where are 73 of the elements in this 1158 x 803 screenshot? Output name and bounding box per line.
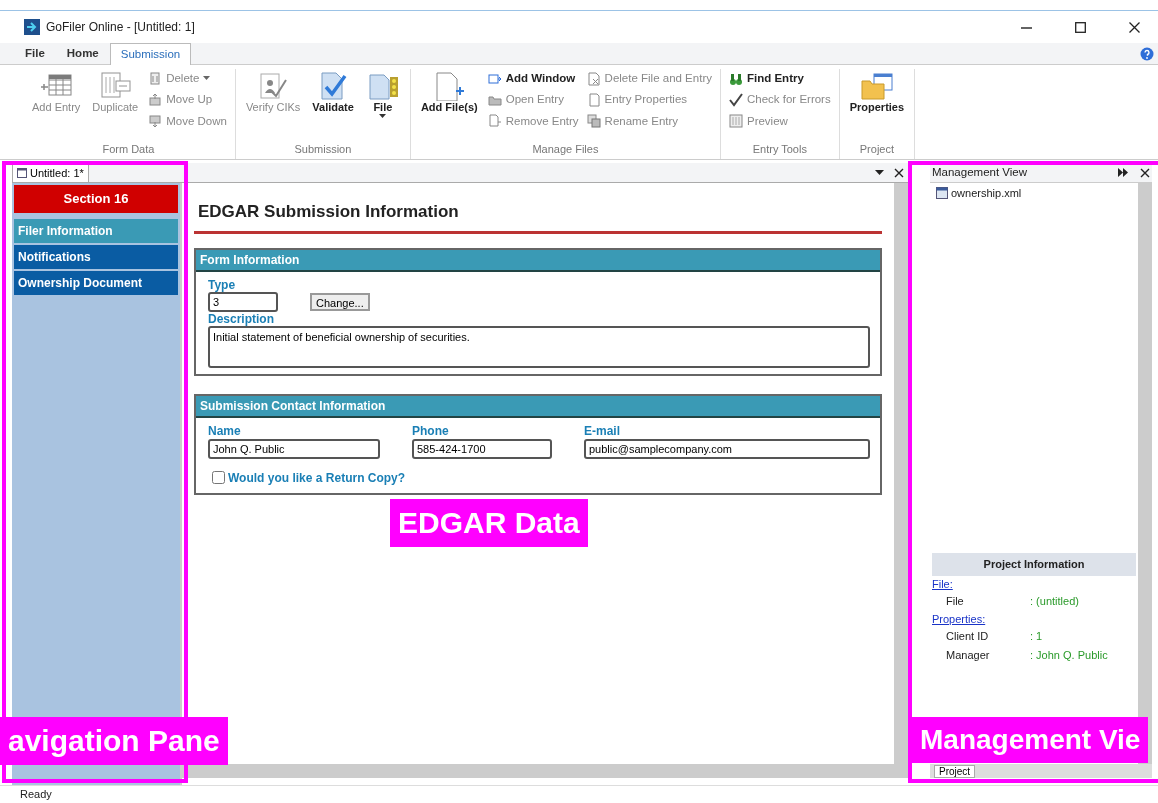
input-field[interactable]: 3 — [208, 291, 278, 312]
checkmark-icon — [728, 92, 743, 107]
field-label: Name — [208, 424, 242, 439]
property-name: File — [946, 594, 965, 609]
ribbon-button[interactable]: Properties — [845, 69, 909, 141]
arrow-up-icon — [148, 92, 163, 107]
group-label: Submission — [293, 141, 353, 157]
ribbon-button[interactable]: Find Entry — [726, 69, 833, 89]
maximize-icon — [1074, 22, 1086, 34]
ribbon-tab[interactable]: File — [14, 41, 56, 64]
section-title: Submission Contact Information — [196, 396, 880, 419]
close-icon — [1140, 167, 1150, 178]
section-title: Form Information — [196, 249, 880, 272]
section-header: Section 16 — [14, 185, 178, 213]
property-name: Manager — [946, 647, 991, 663]
link[interactable]: Properties: — [932, 610, 986, 627]
file-icon — [936, 187, 948, 200]
checkbox-label: Would you like a Return Copy? — [228, 470, 406, 486]
document-minus-icon — [487, 114, 502, 129]
scrollbar[interactable] — [182, 764, 908, 778]
close-icon — [894, 168, 904, 178]
field-label: Description — [208, 311, 275, 327]
fast-forward-icon — [1118, 168, 1128, 177]
scrollbar[interactable] — [894, 183, 908, 764]
duplicate-icon — [98, 71, 133, 101]
property-value: : 1 — [1030, 629, 1043, 644]
input-field[interactable]: John Q. Public — [208, 438, 380, 459]
annotation-label: Management Vie — [912, 717, 1149, 763]
file-name[interactable]: ownership.xml — [951, 185, 1022, 202]
property-value: : John Q. Public — [1030, 647, 1108, 663]
binoculars-icon — [728, 71, 743, 86]
change-button[interactable]: Change... — [310, 292, 370, 311]
document-icon — [17, 167, 27, 178]
dropdown-icon — [875, 170, 884, 176]
input-field[interactable]: 585-424-1700 — [412, 438, 552, 459]
field-label: Phone — [412, 424, 450, 439]
group-label: Manage Files — [531, 141, 600, 157]
arrow-down-icon — [148, 114, 163, 129]
document-delete-icon — [586, 71, 601, 86]
ribbon-button[interactable]: File — [361, 69, 404, 141]
group-label: Entry Tools — [751, 141, 808, 157]
help-icon — [1140, 47, 1154, 61]
field-label: Type — [208, 277, 237, 292]
document-icon — [586, 92, 601, 107]
ribbon-tab[interactable]: Submission — [109, 42, 192, 65]
group-label: Form Data — [101, 141, 156, 157]
panel-title: Management View — [932, 164, 1028, 180]
window-title: GoFiler Online - [Untitled: 1] — [46, 19, 195, 36]
ribbon-button[interactable]: Add File(s) — [416, 69, 482, 141]
folder-window-icon — [859, 71, 894, 101]
nav-item[interactable]: Ownership Document — [14, 270, 178, 295]
form-title: EDGAR Submission Information — [194, 193, 882, 234]
ribbon-button[interactable]: Add Window — [485, 69, 581, 89]
ribbon-tab[interactable]: Home — [55, 41, 110, 64]
nav-item[interactable]: Notifications — [14, 244, 178, 269]
status-text: Ready — [20, 787, 52, 803]
group-label: Project — [858, 141, 895, 157]
checkbox[interactable] — [212, 471, 225, 485]
text-area[interactable]: Initial statement of beneficial ownership of securities. — [208, 326, 870, 369]
app-logo-icon — [24, 19, 40, 35]
project-tab[interactable]: Project — [934, 764, 976, 778]
property-value: : (untitled) — [1030, 594, 1079, 609]
close-icon — [1128, 22, 1140, 34]
input-field[interactable]: public@samplecompany.com — [584, 438, 870, 459]
annotation-label: EDGAR Data — [390, 499, 588, 547]
field-label: E-mail — [584, 424, 621, 439]
annotation-label: avigation Pane — [0, 717, 228, 765]
panel-header: Project Information — [932, 553, 1136, 576]
ribbon-button[interactable]: Validate — [308, 69, 358, 141]
minimize-icon — [1020, 26, 1032, 29]
link[interactable]: File: — [932, 575, 953, 592]
scrollbar[interactable] — [1138, 183, 1152, 764]
property-name: Client ID — [946, 629, 990, 644]
